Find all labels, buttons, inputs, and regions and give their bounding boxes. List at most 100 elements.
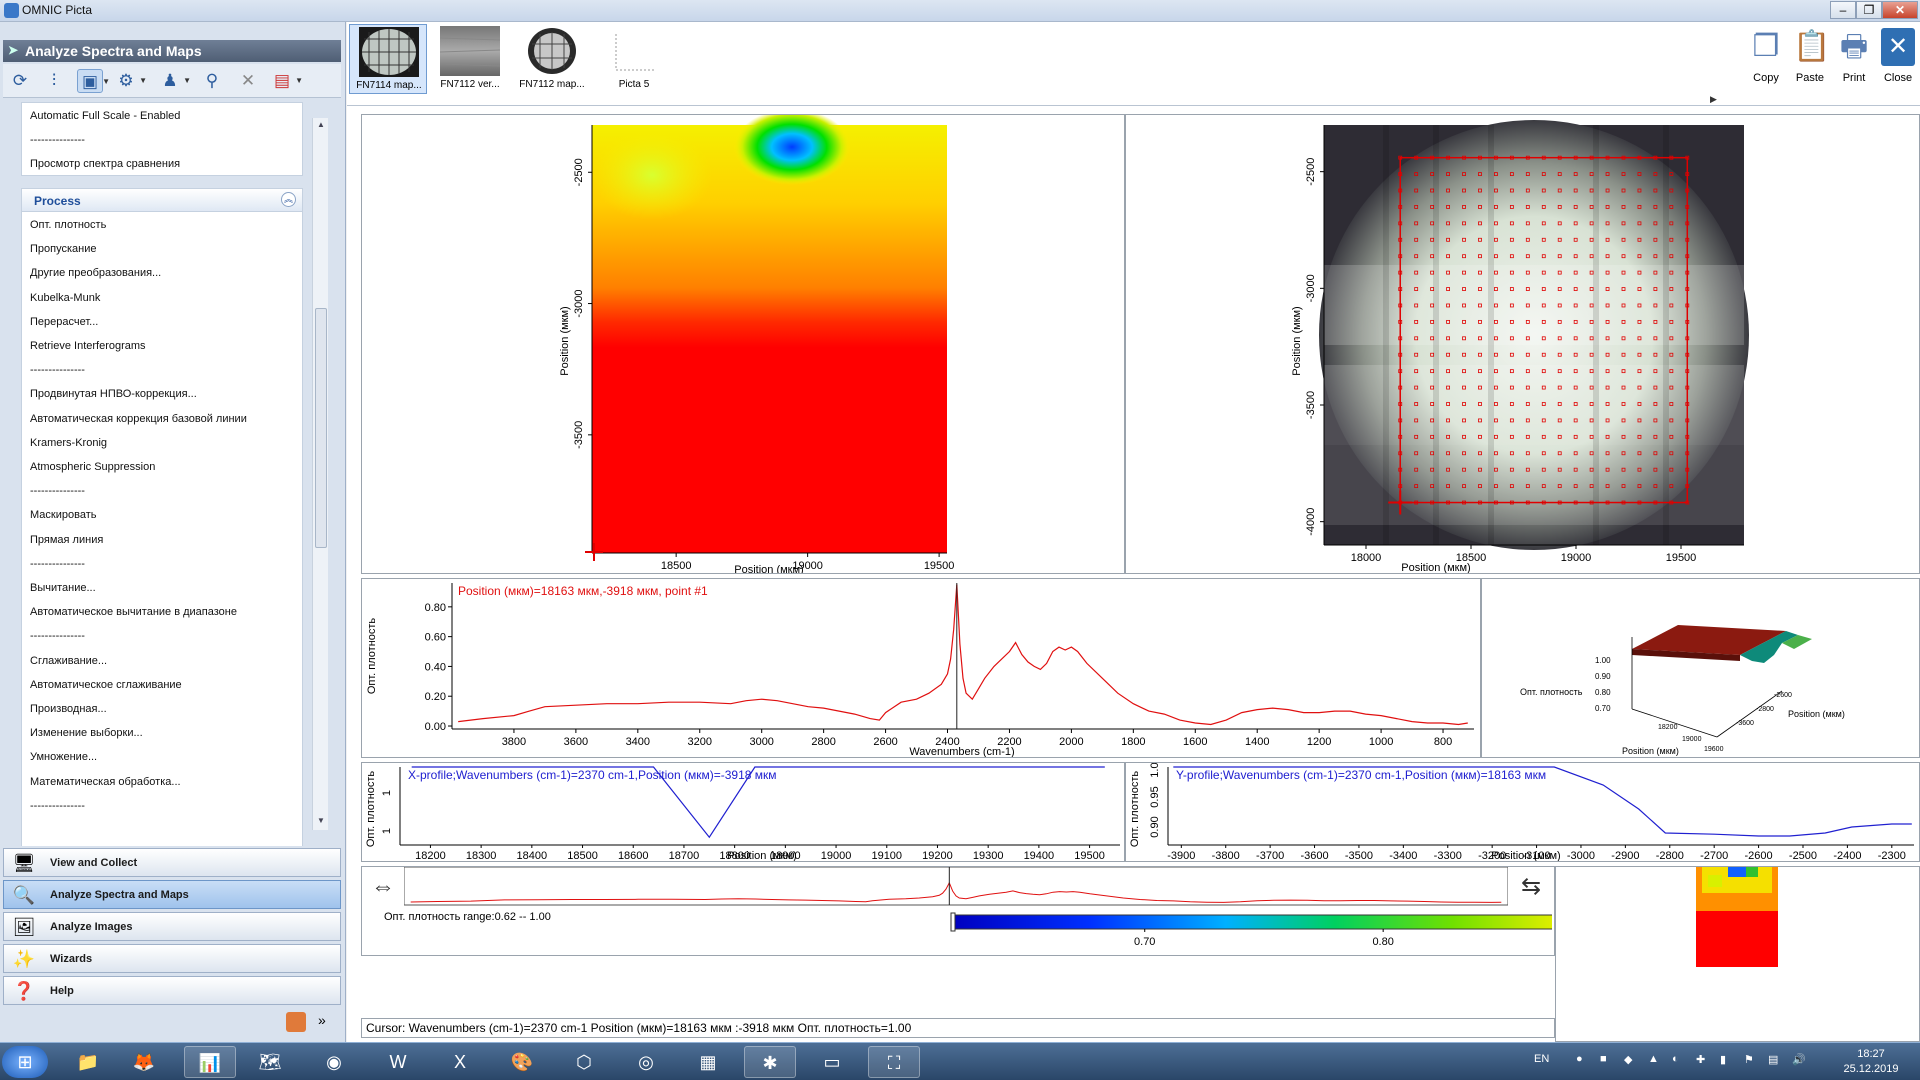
overview-spectrum[interactable]	[404, 867, 1508, 907]
language-indicator[interactable]: EN	[1534, 1053, 1549, 1065]
process-item[interactable]: Kubelka-Munk	[30, 292, 100, 304]
video-image-pane[interactable]: -2500 -3000 -3500 -4000 18000 18500 19000 19500…	[1125, 114, 1920, 574]
tray-icon[interactable]: ■	[1600, 1053, 1607, 1065]
process-item[interactable]: Retrieve Interferograms	[30, 340, 146, 352]
map-plot[interactable]: -2500-3000-350018500 19000 19500Position (…	[362, 109, 1124, 576]
process-item[interactable]: Прямая линия	[30, 534, 103, 546]
scrollbar-thumb[interactable]	[315, 308, 327, 548]
nav-wizards[interactable]: ✨ Wizards	[3, 944, 341, 973]
omnic-picta-icon[interactable]: 📊	[184, 1046, 236, 1078]
notebook-icon[interactable]: ▭	[806, 1046, 858, 1078]
note-icon[interactable]	[286, 1012, 306, 1032]
spectra-display-icon[interactable]: ⫶	[41, 69, 67, 93]
strip-scroll-right-icon[interactable]: ▶	[1710, 94, 1717, 105]
delete-icon[interactable]: ✕	[235, 69, 261, 93]
y-profile-pane[interactable]: -3900 -3800 -3700 -3600 -3500 -3400 -3300 -3200…	[1125, 756, 1920, 862]
collapse-chevron-icon[interactable]: ︽	[281, 192, 296, 207]
molecule-app-icon[interactable]: ✱	[744, 1046, 796, 1078]
user-profile-icon[interactable]: ♟ ▼	[157, 69, 191, 93]
surface-3d-pane[interactable]: 1.00 0.90 0.80 0.70 Опт. плотность 18200…	[1481, 578, 1920, 758]
monitor-view-icon[interactable]: ▣ ▼	[77, 69, 110, 93]
search-icon[interactable]: ⚲	[199, 69, 225, 93]
nav-analyze-spectra-and-maps[interactable]: 🔍 Analyze Spectra and Maps	[3, 880, 341, 909]
settings-gear-icon[interactable]: ⚙ ▼	[113, 69, 147, 93]
firefox-icon[interactable]: 🦊	[118, 1046, 170, 1078]
minimize-button[interactable]: –	[1830, 1, 1856, 19]
explorer-icon[interactable]: 📁	[62, 1046, 114, 1078]
process-item[interactable]: Автоматическое вычитание в диапазоне	[30, 606, 237, 618]
print-button[interactable]: 🖶 Print	[1833, 28, 1875, 90]
maps-app-icon[interactable]: 🗺	[244, 1046, 296, 1078]
process-item[interactable]: Производная...	[30, 703, 107, 715]
clock[interactable]: 18:27 25.12.2019	[1836, 1047, 1906, 1077]
copy-button[interactable]: ❐ Copy	[1745, 28, 1787, 90]
video-image-plot[interactable]: -2500-3000-3500-400018000 18500 19000 19500…	[1126, 115, 1919, 574]
tray-icon[interactable]: ◐	[1672, 1053, 1679, 1065]
tray-icon[interactable]: ✚	[1696, 1053, 1705, 1066]
scroll-down-icon[interactable]: ▼	[315, 816, 327, 825]
nav-analyze-images[interactable]: 🖼 Analyze Images	[3, 912, 341, 941]
thumbnail-fn7114-map[interactable]: FN7114 map...	[349, 24, 427, 94]
paint-icon[interactable]: 🎨	[496, 1046, 548, 1078]
nav-view-and-collect[interactable]: 🖥 View and Collect	[3, 848, 341, 877]
map-pane[interactable]: -2500 -3000 -3500 18500 19000 19500 Position (…	[361, 109, 1125, 576]
list-item[interactable]: Automatic Full Scale - Enabled	[30, 110, 180, 122]
process-item[interactable]: Изменение выборки...	[30, 727, 143, 739]
panel-scrollbar[interactable]: ▲ ▼	[312, 118, 328, 830]
process-item[interactable]: Сглаживание...	[30, 655, 107, 667]
color-palette-icon[interactable]: ▤ ▼	[269, 69, 303, 93]
surface-3d-plot[interactable]: 1.00 0.90 0.80 0.70 Опт. плотность 18200…	[1482, 579, 1919, 757]
origin-icon[interactable]: ◎	[620, 1046, 672, 1078]
excel-icon[interactable]: X	[434, 1046, 486, 1078]
tray-icon[interactable]: ◆	[1624, 1053, 1632, 1066]
network-icon[interactable]: ▤	[1768, 1053, 1778, 1066]
tray-icon[interactable]: ●	[1576, 1053, 1583, 1065]
spectrum-pane[interactable]: 0.00 0.20 0.40 0.60 0.80 3800 3600 3400 3200 3000…	[361, 578, 1481, 758]
colorbar[interactable]: 0.700.800.901.00	[362, 907, 1552, 955]
process-item[interactable]: Kramers-Kronig	[30, 437, 107, 449]
close-window-button[interactable]: ✕	[1882, 1, 1918, 19]
icd-icon[interactable]: ⬡	[558, 1046, 610, 1078]
swap-arrows-icon[interactable]: ⇆	[1512, 869, 1550, 905]
start-button[interactable]: ⊞	[2, 1046, 48, 1078]
tray-icon[interactable]: ▮	[1720, 1053, 1726, 1066]
expand-arrows-icon[interactable]: ⇔	[364, 869, 402, 905]
maximize-button[interactable]: ❐	[1856, 1, 1882, 19]
map-preview[interactable]	[1556, 867, 1919, 1041]
process-item[interactable]: Умножение...	[30, 751, 97, 763]
tray-icon[interactable]: ⚑	[1744, 1053, 1754, 1066]
process-item[interactable]: Автоматическая коррекция базовой линии	[30, 413, 247, 425]
tray-icon[interactable]: ▲	[1648, 1053, 1659, 1065]
process-section-header[interactable]: Process ︽	[21, 188, 303, 212]
calculator-icon[interactable]: ▦	[682, 1046, 734, 1078]
thumbnail-fn7112-ver[interactable]: FN7112 ver...	[431, 24, 509, 94]
process-item[interactable]: Математическая обработка...	[30, 776, 181, 788]
close-button[interactable]: ✕ Close	[1877, 28, 1919, 90]
process-item[interactable]: Вычитание...	[30, 582, 96, 594]
word-icon[interactable]: W	[372, 1046, 424, 1078]
x-profile-plot[interactable]: 18200 18300 18400 18500 18600 18700 18800 18900…	[362, 763, 1124, 862]
map-preview-pane[interactable]	[1555, 866, 1920, 1042]
refresh-spectra-icon[interactable]: ⟳	[7, 69, 33, 93]
spectrum-plot[interactable]: 0.00 0.20 0.40 0.60 0.80 3800 3600 3400 3200 3000…	[362, 579, 1480, 758]
thumbnail-picta-5[interactable]: Picta 5	[595, 24, 673, 94]
process-item[interactable]: Опт. плотность	[30, 219, 106, 231]
process-item[interactable]: Другие преобразования...	[30, 267, 161, 279]
pdf-app-icon[interactable]: ⛶	[868, 1046, 920, 1078]
expand-chevron-icon[interactable]: »	[318, 1012, 326, 1028]
y-profile-plot[interactable]: -3900 -3800 -3700 -3600 -3500 -3400 -3300 -3200…	[1126, 756, 1919, 862]
x-profile-pane[interactable]: 18200 18300 18400 18500 18600 18700 18800 18900…	[361, 762, 1125, 862]
list-item[interactable]: Просмотр спектра сравнения	[30, 158, 180, 170]
process-item[interactable]: Продвинутая НПВО-коррекция...	[30, 388, 197, 400]
scroll-up-icon[interactable]: ▲	[315, 120, 327, 129]
paste-button[interactable]: 📋 Paste	[1789, 28, 1831, 90]
process-item[interactable]: Перерасчет...	[30, 316, 98, 328]
process-item[interactable]: Маскировать	[30, 509, 96, 521]
process-item[interactable]: Atmospheric Suppression	[30, 461, 155, 473]
chrome-icon[interactable]: ◉	[308, 1046, 360, 1078]
nav-help[interactable]: ❓ Help	[3, 976, 341, 1005]
process-item[interactable]: Пропускание	[30, 243, 96, 255]
process-item[interactable]: Автоматическое сглаживание	[30, 679, 182, 691]
volume-icon[interactable]: 🔊	[1792, 1053, 1806, 1066]
thumbnail-fn7112-map[interactable]: FN7112 map...	[513, 24, 591, 94]
